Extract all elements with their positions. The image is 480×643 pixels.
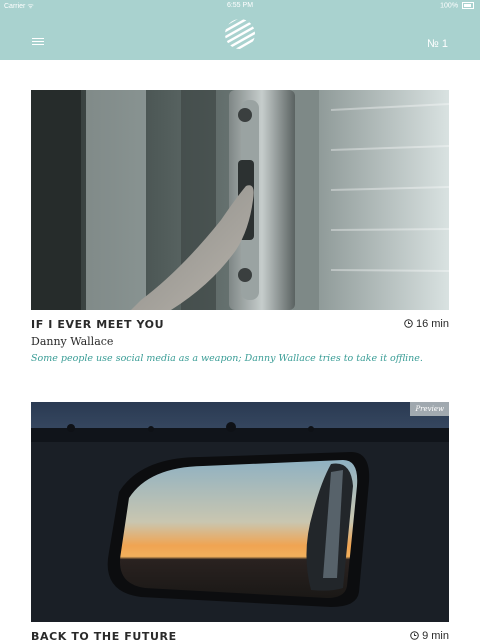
battery-percent: 100% (440, 2, 459, 10)
story-title[interactable]: IF I EVER MEET YOU (31, 318, 164, 331)
battery-icon (462, 2, 474, 9)
story-image-doorbell[interactable] (31, 90, 449, 310)
duration-text: 16 min (415, 318, 449, 330)
clock-time: 6:55 PM (226, 2, 254, 9)
hamburger-menu-icon[interactable] (32, 38, 44, 46)
clock-icon (410, 631, 419, 640)
story-author: Danny Wallace (31, 335, 114, 348)
duration-text: 9 min (422, 630, 449, 642)
top-navigation-bar: № 1 (0, 12, 480, 60)
battery-indicator: 100% (440, 2, 474, 9)
preview-badge: Preview (410, 402, 449, 416)
issue-number[interactable]: № 1 (427, 38, 448, 50)
story-image-car-mirror[interactable] (31, 402, 449, 622)
clock-icon (404, 319, 413, 328)
read-duration: 9 min (410, 630, 449, 642)
story-summary: Some people use social media as a weapon… (31, 353, 423, 364)
story-title[interactable]: BACK TO THE FUTURE (31, 630, 177, 643)
app-logo[interactable] (224, 18, 256, 50)
read-duration: 16 min (404, 318, 449, 330)
status-bar: Carrier ᯤ 6:55 PM 100% (0, 0, 480, 12)
